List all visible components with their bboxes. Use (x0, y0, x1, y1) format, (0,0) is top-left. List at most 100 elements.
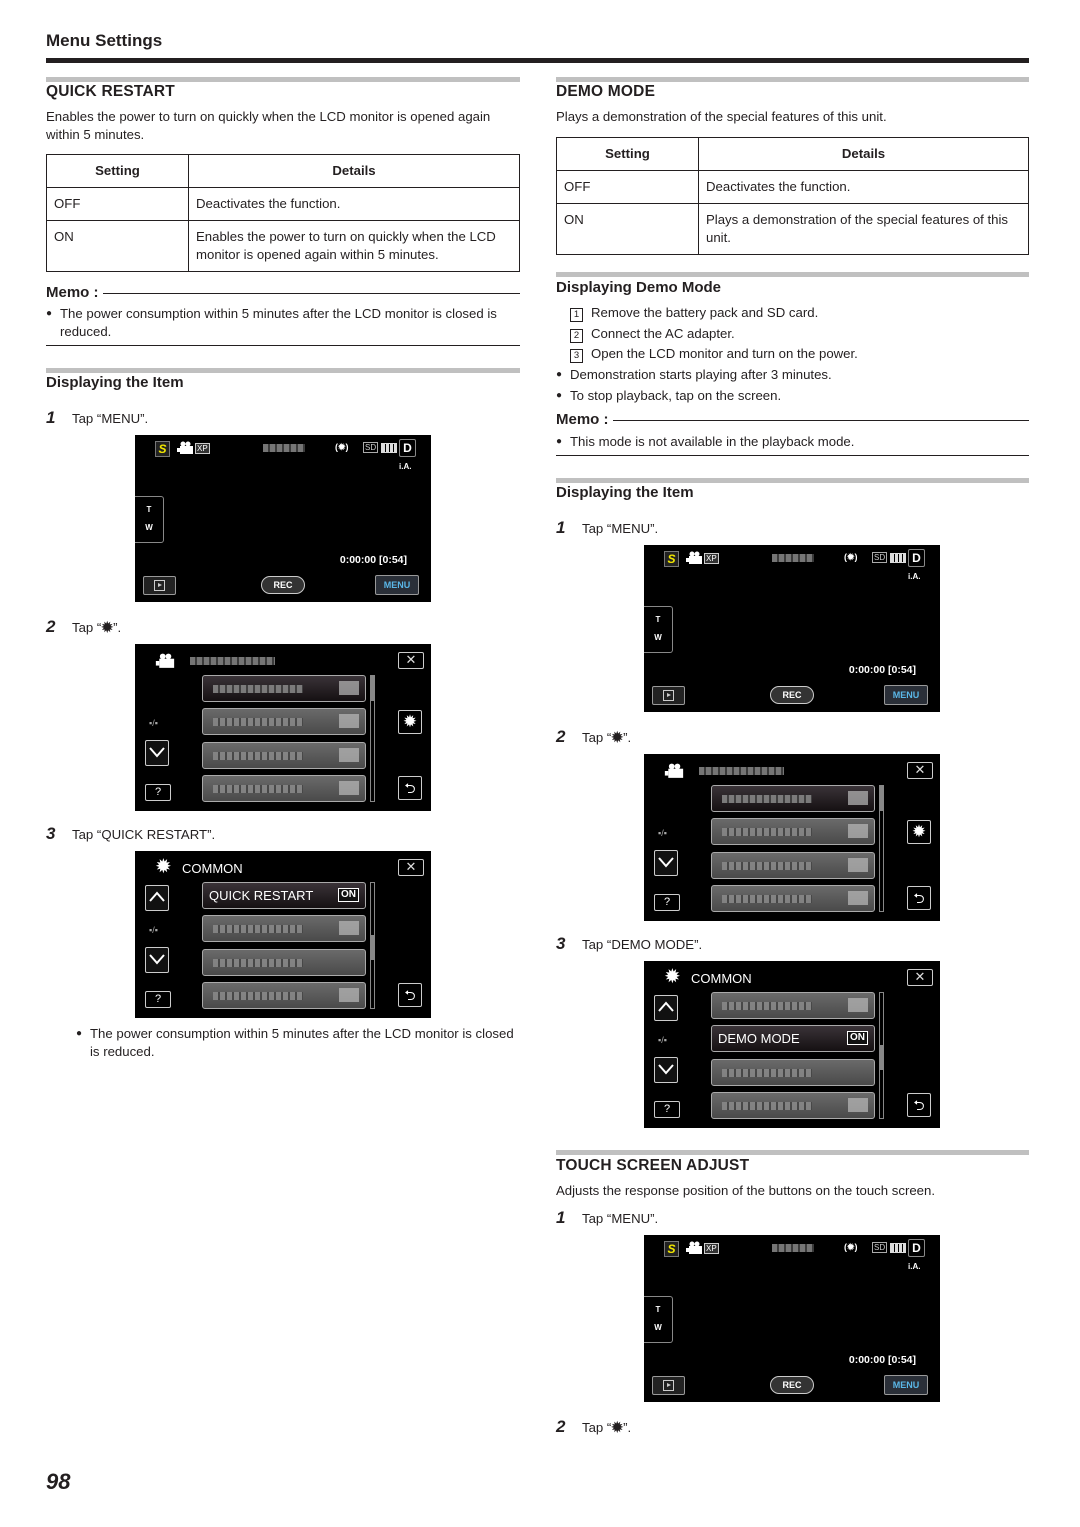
back-button[interactable]: ⮌ (907, 1093, 931, 1117)
play-icon (154, 580, 165, 591)
step-2: 2 Tap “✹”. (46, 617, 122, 636)
quality-badge: XP (195, 443, 210, 454)
numbered-step: 2 Connect the AC adapter. (570, 325, 735, 343)
note-item: ● The power consumption within 5 minutes… (76, 1026, 514, 1059)
scroll-down-button[interactable] (654, 1057, 678, 1083)
scroll-down-button[interactable] (654, 850, 678, 876)
battery-icon (890, 1243, 906, 1253)
rec-button[interactable]: REC (770, 1376, 814, 1394)
stabilizer-icon: (✹) (335, 442, 349, 452)
battery-icon (381, 443, 397, 453)
help-button[interactable]: ? (654, 1101, 680, 1118)
scroll-up-button[interactable] (145, 885, 169, 911)
quick-restart-title: QUICK RESTART (46, 83, 175, 100)
value-badge (339, 714, 359, 728)
scroll-up-button[interactable] (654, 995, 678, 1021)
common-settings-button[interactable]: ✹ (398, 710, 422, 734)
scrollbar[interactable] (879, 992, 884, 1119)
menu-item[interactable] (711, 852, 875, 879)
menu-item-quick-restart[interactable]: QUICK RESTART ON (202, 882, 366, 909)
menu-item[interactable] (202, 675, 366, 702)
column-header-setting: Setting (46, 154, 189, 188)
scrollbar-thumb[interactable] (880, 786, 883, 811)
table-header-row: Setting Details (46, 154, 520, 188)
rec-button[interactable]: REC (261, 576, 305, 594)
menu-button[interactable]: MENU (884, 1375, 928, 1395)
rec-button[interactable]: REC (770, 686, 814, 704)
step-3: 3 Tap “DEMO MODE”. (556, 934, 703, 953)
section-divider (46, 77, 520, 82)
menu-item[interactable] (711, 1092, 875, 1119)
menu-button[interactable]: MENU (884, 685, 928, 705)
scrollbar[interactable] (879, 785, 884, 912)
menu-item[interactable] (711, 1059, 875, 1086)
help-button[interactable]: ? (145, 991, 171, 1008)
d-button[interactable]: D (908, 1239, 925, 1257)
blurred-label (772, 1244, 814, 1252)
menu-item[interactable] (711, 885, 875, 912)
common-settings-button[interactable]: ✹ (907, 820, 931, 844)
step-1: 1 Tap “MENU”. (46, 408, 149, 427)
menu-item[interactable] (202, 949, 366, 976)
menu-item-demo-mode[interactable]: DEMO MODE ON (711, 1025, 875, 1052)
close-button[interactable]: ✕ (398, 652, 424, 669)
d-button[interactable]: D (399, 439, 416, 457)
bullet-icon: ● (556, 436, 563, 447)
menu-button[interactable]: MENU (375, 575, 419, 595)
menu-item[interactable] (711, 992, 875, 1019)
help-button[interactable]: ? (654, 894, 680, 911)
menu-item[interactable] (202, 915, 366, 942)
playback-button[interactable] (652, 686, 685, 705)
back-button[interactable]: ⮌ (398, 983, 422, 1007)
common-menu-screen: ✹ COMMON ✕ DEMO MODE ON ▪/▪ ? ⮌ (644, 961, 940, 1128)
scrollbar-thumb[interactable] (371, 676, 374, 701)
column-header-details: Details (188, 154, 520, 188)
close-button[interactable]: ✕ (398, 859, 424, 876)
memo-divider (46, 345, 520, 346)
bullet-item: ● To stop playback, tap on the screen. (556, 388, 782, 403)
scroll-down-button[interactable] (145, 740, 169, 766)
menu-item[interactable] (202, 982, 366, 1009)
camera-record-screen: S XP (✹) SD D i.A. T W 0:00:00 [0:54] RE… (135, 435, 431, 602)
zoom-control[interactable]: T W (135, 496, 164, 543)
close-button[interactable]: ✕ (907, 969, 933, 986)
section-divider (556, 272, 1029, 277)
playback-button[interactable] (652, 1376, 685, 1395)
zoom-control[interactable]: T W (644, 606, 673, 653)
blurred-label (722, 895, 812, 903)
scrollbar-thumb[interactable] (880, 1045, 883, 1070)
section-divider (556, 478, 1029, 483)
menu-item[interactable] (202, 775, 366, 802)
details-cell: Enables the power to turn on quickly whe… (188, 220, 520, 272)
mode-badge: S (155, 441, 170, 457)
gear-icon: ✹ (611, 729, 624, 745)
zoom-control[interactable]: T W (644, 1296, 673, 1343)
playback-button[interactable] (143, 576, 176, 595)
d-button[interactable]: D (908, 549, 925, 567)
menu-item[interactable] (202, 742, 366, 769)
scrollbar[interactable] (370, 675, 375, 802)
time-counter: 0:00:00 [0:54] (848, 664, 916, 676)
menu-item[interactable] (711, 818, 875, 845)
memo-label: Memo : (556, 411, 609, 428)
back-button[interactable]: ⮌ (398, 776, 422, 800)
close-button[interactable]: ✕ (907, 762, 933, 779)
menu-item[interactable] (202, 708, 366, 735)
value-badge (848, 891, 868, 905)
details-cell: Plays a demonstration of the special fea… (698, 203, 1029, 255)
quick-restart-settings-table: Setting Details OFF Deactivates the func… (46, 154, 520, 272)
chevron-down-icon (149, 747, 165, 758)
quick-restart-description: Enables the power to turn on quickly whe… (46, 109, 491, 142)
intelligent-auto-label: i.A. (399, 462, 412, 471)
help-button[interactable]: ? (145, 784, 171, 801)
back-button[interactable]: ⮌ (907, 886, 931, 910)
blurred-label (722, 862, 812, 870)
step-3: 3 Tap “QUICK RESTART”. (46, 824, 216, 843)
quality-badge: XP (704, 1243, 719, 1254)
gear-icon: ✹ (155, 856, 172, 878)
scrollbar[interactable] (370, 882, 375, 1009)
scrollbar-thumb[interactable] (371, 935, 374, 960)
menu-item[interactable] (711, 785, 875, 812)
section-divider (556, 77, 1029, 82)
scroll-down-button[interactable] (145, 947, 169, 973)
